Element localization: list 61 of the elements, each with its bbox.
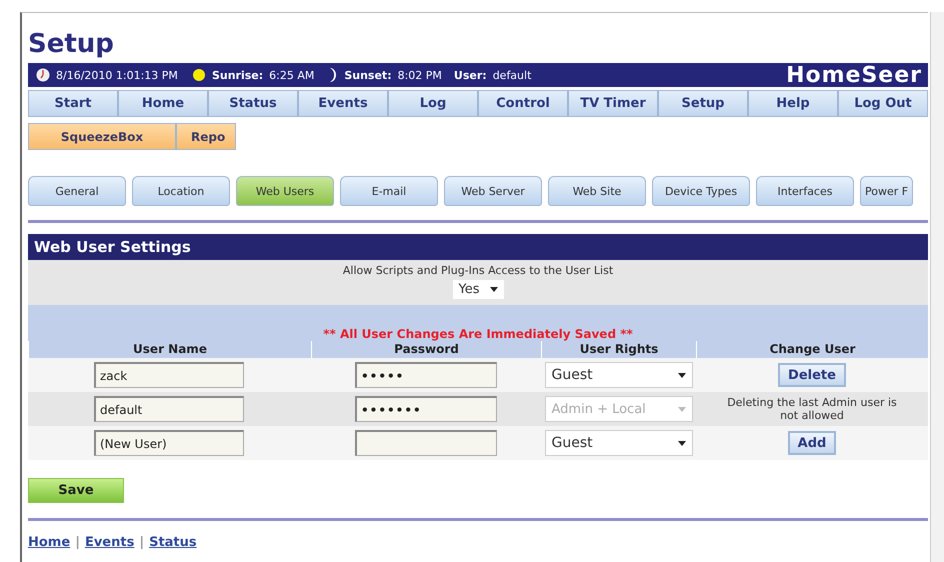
link-separator: | bbox=[75, 535, 80, 550]
allow-access-label: Allow Scripts and Plug-Ins Access to the User List bbox=[342, 264, 614, 277]
password-field[interactable] bbox=[355, 430, 497, 456]
settings-tab[interactable]: Device Types bbox=[652, 176, 750, 206]
nav-button[interactable]: Events bbox=[298, 90, 388, 117]
column-header: Password bbox=[311, 341, 541, 358]
user-rights-select[interactable]: Guest bbox=[544, 362, 692, 388]
settings-tab[interactable]: E-mail bbox=[340, 176, 438, 206]
sunrise-time: 6:25 AM bbox=[269, 68, 314, 82]
column-header: User Rights bbox=[541, 341, 696, 358]
username-field[interactable]: zack bbox=[94, 362, 244, 388]
caret-icon bbox=[678, 440, 686, 446]
section-header: Web User Settings bbox=[28, 234, 928, 260]
nav-button[interactable]: Log Out bbox=[838, 90, 928, 117]
sunset-time: 8:02 PM bbox=[398, 68, 442, 82]
footer-link[interactable]: Events bbox=[84, 535, 134, 550]
user-label: User: bbox=[454, 68, 487, 82]
user-name: default bbox=[492, 68, 532, 82]
nav-button[interactable]: TV Timer bbox=[568, 90, 658, 117]
sunset-label: Sunset: bbox=[344, 68, 392, 82]
add-button[interactable]: Add bbox=[788, 431, 836, 455]
caret-icon bbox=[678, 372, 686, 378]
column-header: User Name bbox=[28, 341, 311, 358]
nav-button[interactable]: Log bbox=[388, 90, 478, 117]
save-button[interactable]: Save bbox=[28, 478, 124, 503]
nav-button[interactable]: Setup bbox=[658, 90, 748, 117]
settings-tab[interactable]: Interfaces bbox=[756, 176, 854, 206]
password-field[interactable]: ••••• bbox=[355, 362, 497, 388]
nav-button[interactable]: Start bbox=[28, 90, 118, 117]
delete-button[interactable]: Delete bbox=[778, 363, 846, 387]
settings-tab[interactable]: Power F bbox=[860, 176, 914, 206]
plugin-button[interactable]: Repo bbox=[176, 123, 236, 150]
clock-icon bbox=[36, 68, 50, 82]
nav-button[interactable]: Home bbox=[118, 90, 208, 117]
sun-icon bbox=[192, 68, 206, 82]
column-header: Change User bbox=[696, 341, 928, 358]
username-field[interactable]: (New User) bbox=[94, 430, 244, 456]
caret-icon bbox=[490, 287, 498, 292]
footer-link[interactable]: Home bbox=[28, 535, 70, 550]
save-notice: ** All User Changes Are Immediately Saved ** bbox=[323, 327, 633, 341]
allow-access-select[interactable]: Yes bbox=[452, 280, 504, 299]
settings-tab[interactable]: Location bbox=[132, 176, 230, 206]
nav-button[interactable]: Control bbox=[478, 90, 568, 117]
footer-link[interactable]: Status bbox=[149, 535, 197, 550]
plugin-button[interactable]: SqueezeBox bbox=[28, 123, 176, 150]
link-separator: | bbox=[139, 535, 144, 550]
nav-button[interactable]: Status bbox=[208, 90, 298, 117]
user-rights-select[interactable]: Guest bbox=[544, 430, 692, 456]
nav-button[interactable]: Help bbox=[748, 90, 838, 117]
settings-tab[interactable]: Web Site bbox=[548, 176, 646, 206]
caret-icon bbox=[678, 406, 686, 412]
sunrise-label: Sunrise: bbox=[212, 68, 264, 82]
page-title: Setup bbox=[28, 28, 114, 61]
settings-tab[interactable]: General bbox=[28, 176, 126, 206]
settings-tab[interactable]: Web Server bbox=[444, 176, 542, 206]
scrollbar[interactable] bbox=[930, 12, 944, 562]
date-time: 8/16/2010 1:01:13 PM bbox=[56, 68, 178, 82]
logo: HomeSeer bbox=[786, 62, 922, 88]
settings-tab[interactable]: Web Users bbox=[236, 176, 334, 206]
moon-icon bbox=[328, 67, 338, 83]
warning-note: Deleting the last Admin user is not allowed bbox=[727, 396, 897, 422]
